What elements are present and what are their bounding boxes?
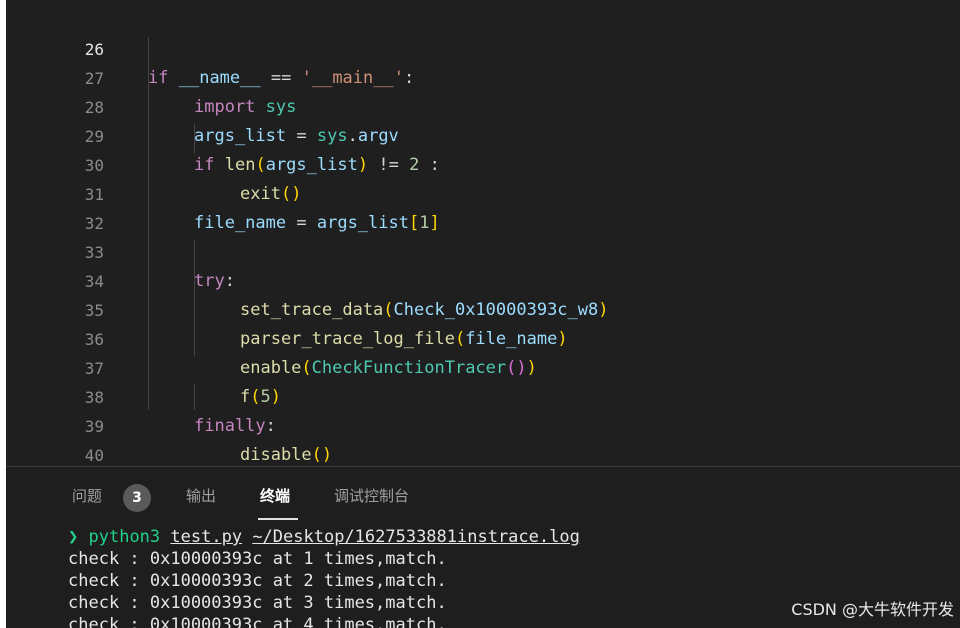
panel-tabs: 问题 3 输出 终端 调试控制台 xyxy=(6,467,960,520)
code-line[interactable]: 28 args_list = sys.argv xyxy=(6,64,960,146)
tab-debug-console[interactable]: 调试控制台 xyxy=(334,485,409,507)
code-line[interactable]: 31 file_name = args_list[1] xyxy=(6,151,960,233)
terminal-prompt-line[interactable]: ❯ python3 test.py ~/Desktop/1627533881in… xyxy=(68,526,580,548)
problems-count-badge: 3 xyxy=(123,484,151,512)
code-line[interactable]: 34 set_trace_data(Check_0x10000393c_w8) xyxy=(6,238,960,320)
code-line[interactable]: 29 if len(args_list) != 2 : xyxy=(6,93,960,175)
code-line[interactable]: 37 f(5) xyxy=(6,325,960,407)
tab-terminal[interactable]: 终端 xyxy=(260,485,290,507)
terminal-command: python3 xyxy=(88,527,161,547)
terminal-output-line: check : 0x10000393c at 2 times,match. xyxy=(68,571,447,591)
code-line[interactable]: 27 import sys xyxy=(6,35,960,117)
terminal-arg-file[interactable]: test.py xyxy=(170,527,242,547)
tab-output[interactable]: 输出 xyxy=(186,485,216,507)
code-editor[interactable]: 26 if __name__ == '__main__': 27 import … xyxy=(6,0,960,466)
terminal-output-line: check : 0x10000393c at 4 times,match. xyxy=(68,615,447,628)
line-number: 40 xyxy=(84,446,104,465)
code-line[interactable]: 36 enable(CheckFunctionTracer()) xyxy=(6,296,960,378)
active-tab-indicator xyxy=(258,518,298,520)
terminal-arg-path[interactable]: ~/Desktop/1627533881instrace.log xyxy=(252,527,580,547)
code-line[interactable]: 40 xyxy=(6,412,960,465)
code-line[interactable]: 38 finally: xyxy=(6,354,960,436)
tab-problems[interactable]: 问题 xyxy=(72,485,102,507)
watermark: CSDN @大牛软件开发 xyxy=(791,600,954,619)
code-line[interactable]: 30 exit() xyxy=(6,122,960,204)
code-line[interactable]: 26 if __name__ == '__main__': xyxy=(6,6,960,88)
code-line[interactable]: 32 xyxy=(6,180,960,233)
terminal-output-line: check : 0x10000393c at 1 times,match. xyxy=(68,549,447,569)
terminal-output-line: check : 0x10000393c at 3 times,match. xyxy=(68,593,447,613)
code-line[interactable]: 39 disable() xyxy=(6,383,960,465)
prompt-arrow-icon: ❯ xyxy=(68,527,79,547)
code-text[interactable]: disable() xyxy=(240,441,332,466)
code-line[interactable]: 33 try: xyxy=(6,209,960,291)
code-line[interactable]: 35 parser_trace_log_file(file_name) xyxy=(6,267,960,349)
